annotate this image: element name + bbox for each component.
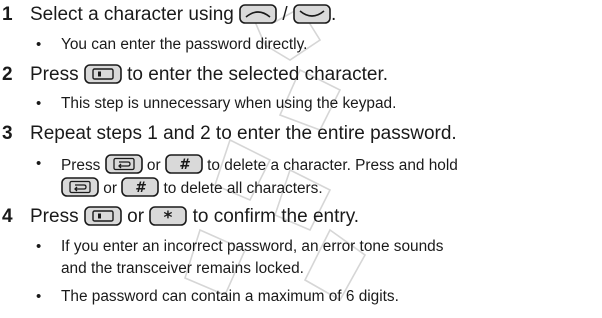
note-text: You can enter the password directly. [61,36,308,53]
step-text-part: / [277,4,293,25]
down-arrow-key-icon [293,4,331,24]
note-text-part: to delete a character. Press and hold [202,157,458,174]
bullet-icon: • [36,238,42,255]
step-text-part: Select a character using [30,4,240,25]
note-text: Press or # to delete a character. Press … [61,154,458,175]
bullet-icon: • [36,155,42,172]
step-text: Repeat steps 1 and 2 to enter the entire… [30,123,457,144]
back-key-icon [104,154,143,174]
up-arrow-key-icon [239,4,277,24]
step-text-part: to enter the selected character. [121,64,389,85]
bullet-icon: • [36,36,42,53]
bullet-icon: • [36,95,42,112]
step-text: Press or * to confirm the entry. [30,206,359,228]
note-text: If you enter an incorrect password, an e… [61,238,444,255]
select-key-icon [84,64,122,84]
note-text: This step is unnecessary when using the … [61,95,397,112]
asterisk-key-icon: * [149,206,188,226]
note-text-part: or [142,157,165,174]
note-text: or # to delete all characters. [61,177,323,198]
step-text-part: . [330,4,337,25]
step-text: Select a character using / . [30,4,336,26]
note-text: and the transceiver remains locked. [61,260,304,277]
note-text-part: or [99,180,122,197]
hash-key-icon: # [165,154,203,174]
step-text-part: to confirm the entry. [187,206,360,227]
step-number: 3 [2,123,13,144]
step-text-part: Press [30,206,84,227]
step-number: 2 [2,64,13,85]
step-text: Press to enter the selected character. [30,64,388,86]
bullet-icon: • [36,288,42,305]
step-text-part: Press [30,64,84,85]
step-number: 4 [2,206,13,227]
svg-text:#: # [179,157,190,173]
svg-text:*: * [164,208,173,226]
back-key-icon [61,177,99,197]
step-number: 1 [2,4,13,25]
hash-key-icon: # [121,177,160,197]
step-text-part: or [121,206,150,227]
note-text-part: to delete all characters. [159,180,323,197]
svg-text:#: # [135,180,146,196]
select-key-icon [84,206,122,226]
note-text-part: Press [61,157,105,174]
note-text: The password can contain a maximum of 6 … [61,288,399,305]
